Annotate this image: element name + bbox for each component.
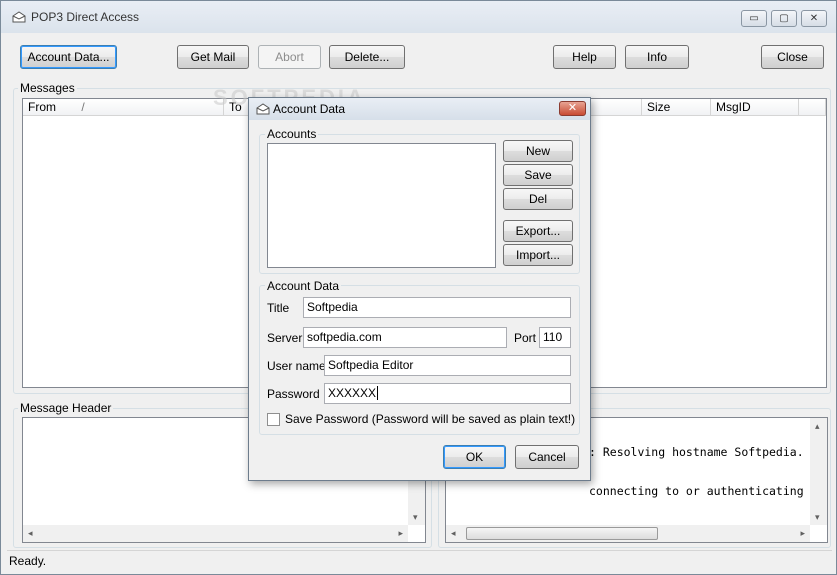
scroll-up-icon[interactable]: ▴: [815, 421, 820, 432]
account-data-dialog: Account Data ✕ Accounts New Save Del Exp…: [248, 97, 591, 481]
log-line: connecting to or authenticating: [589, 484, 804, 498]
maximize-icon: ▢: [779, 13, 789, 24]
server-label: Server: [267, 331, 303, 345]
log-vertical-scrollbar[interactable]: ▴ ▾: [810, 418, 827, 525]
minimize-button[interactable]: ▭: [741, 10, 767, 27]
delete-button[interactable]: Delete...: [329, 45, 405, 69]
mail-icon: [256, 103, 270, 115]
mail-icon: [12, 11, 26, 23]
password-label: Password: [267, 387, 320, 401]
main-window: POP3 Direct Access ▭ ▢ ✕ Account Data...…: [0, 0, 837, 575]
accounts-list[interactable]: [267, 143, 496, 268]
close-button[interactable]: Close: [761, 45, 824, 69]
username-field[interactable]: Softpedia Editor: [324, 355, 571, 376]
dialog-title-bar[interactable]: Account Data ✕: [249, 98, 590, 120]
export-button[interactable]: Export...: [503, 220, 573, 242]
username-label: User name: [267, 359, 326, 373]
port-label: Port: [514, 331, 537, 345]
column-msgid-label: MsgID: [716, 100, 751, 114]
account-data-button[interactable]: Account Data...: [20, 45, 117, 69]
password-value: XXXXXX: [328, 386, 377, 400]
column-to-label: To: [229, 100, 242, 114]
abort-button[interactable]: Abort: [258, 45, 321, 69]
column-header-empty: [799, 99, 826, 116]
server-field[interactable]: softpedia.com: [303, 327, 507, 348]
close-icon: ✕: [809, 13, 819, 24]
delete-account-button[interactable]: Del: [503, 188, 573, 210]
message-header-group-label: Message Header: [18, 401, 114, 415]
save-account-button[interactable]: Save: [503, 164, 573, 186]
minimize-icon: ▭: [749, 13, 759, 24]
column-header-msgid[interactable]: MsgID: [711, 99, 799, 116]
messages-group-label: Messages: [18, 81, 77, 95]
cancel-button[interactable]: Cancel: [515, 445, 579, 469]
port-field[interactable]: 110: [539, 327, 571, 348]
scroll-down-icon[interactable]: ▾: [413, 512, 418, 523]
column-header-from[interactable]: From /: [23, 99, 224, 116]
help-button[interactable]: Help: [553, 45, 616, 69]
column-from-label: From: [28, 100, 56, 114]
accounts-group-label: Accounts: [265, 127, 319, 141]
status-bar: Ready.: [7, 550, 832, 570]
close-icon: ✕: [567, 102, 578, 114]
scroll-left-icon[interactable]: ◂: [28, 528, 33, 539]
password-field[interactable]: XXXXXX: [324, 383, 571, 404]
status-text: Ready.: [9, 554, 47, 568]
log-text: : Resolving hostname Softpedia. connecti…: [589, 420, 809, 524]
window-title: POP3 Direct Access: [31, 10, 140, 24]
info-button[interactable]: Info: [625, 45, 689, 69]
scroll-down-icon[interactable]: ▾: [815, 512, 820, 523]
scrollbar-thumb[interactable]: [466, 527, 658, 540]
account-data-group-label: Account Data: [265, 279, 342, 293]
column-header-size[interactable]: Size: [642, 99, 711, 116]
new-account-button[interactable]: New: [503, 140, 573, 162]
title-label: Title: [267, 301, 290, 315]
save-password-label[interactable]: Save Password (Password will be saved as…: [285, 412, 575, 426]
dialog-title: Account Data: [273, 102, 346, 116]
text-cursor: [377, 386, 379, 400]
import-button[interactable]: Import...: [503, 244, 573, 266]
dialog-close-button[interactable]: ✕: [559, 101, 586, 116]
sort-arrow-icon: /: [81, 100, 85, 114]
scroll-left-icon[interactable]: ◂: [451, 528, 456, 539]
header-horizontal-scrollbar[interactable]: ◂ ▸: [23, 525, 408, 542]
scroll-right-icon[interactable]: ▸: [398, 528, 403, 539]
scroll-right-icon[interactable]: ▸: [800, 528, 805, 539]
log-line: : Resolving hostname Softpedia.: [589, 445, 804, 459]
title-field[interactable]: Softpedia: [303, 297, 571, 318]
log-horizontal-scrollbar[interactable]: ◂ ▸: [446, 525, 810, 542]
ok-button[interactable]: OK: [443, 445, 506, 469]
close-window-button[interactable]: ✕: [801, 10, 827, 27]
get-mail-button[interactable]: Get Mail: [177, 45, 249, 69]
column-size-label: Size: [647, 100, 671, 114]
title-bar[interactable]: POP3 Direct Access ▭ ▢ ✕: [1, 1, 836, 33]
save-password-checkbox[interactable]: [267, 413, 280, 426]
maximize-button[interactable]: ▢: [771, 10, 797, 27]
